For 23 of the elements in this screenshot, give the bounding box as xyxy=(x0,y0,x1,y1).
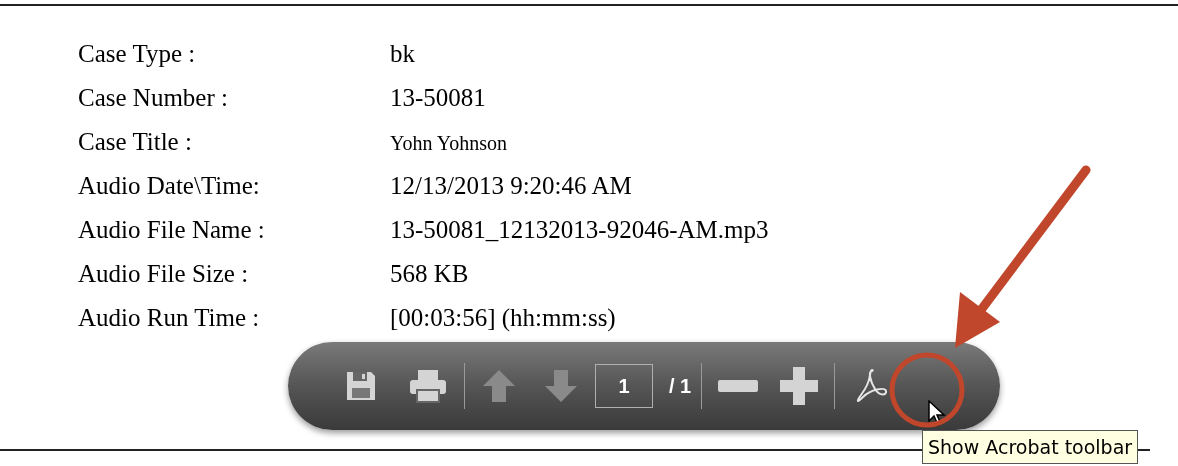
up-arrow-icon xyxy=(481,368,517,404)
field-label: Audio File Size : xyxy=(78,259,250,289)
printer-icon xyxy=(408,368,448,404)
page-number-field[interactable]: 1 xyxy=(595,364,653,408)
down-arrow-icon xyxy=(543,368,579,404)
field-value: 568 KB xyxy=(390,259,469,289)
page-total: / 1 xyxy=(669,374,692,399)
field-value: bk xyxy=(390,39,415,69)
field-label: Audio File Name : xyxy=(78,215,266,245)
field-label: Audio Run Time : xyxy=(78,303,261,333)
field-value: 12/13/2013 9:20:46 AM xyxy=(390,171,632,201)
field-label: Case Number : xyxy=(78,83,229,113)
plus-icon xyxy=(780,367,819,405)
field-value: [00:03:56] (hh:mm:ss) xyxy=(390,303,616,333)
tooltip: Show Acrobat toolbar xyxy=(922,430,1139,464)
field-value: 13-50081_12132013-92046-AM.mp3 xyxy=(390,215,769,245)
field-value: 13-50081 xyxy=(390,83,486,113)
field-label: Audio Date\Time: xyxy=(78,171,261,201)
field-value: Yohn Yohnson xyxy=(390,131,507,156)
field-label: Case Title : xyxy=(78,127,193,157)
acrobat-logo-icon xyxy=(855,369,890,403)
minus-icon xyxy=(718,380,759,392)
field-label: Case Type : xyxy=(78,39,197,69)
